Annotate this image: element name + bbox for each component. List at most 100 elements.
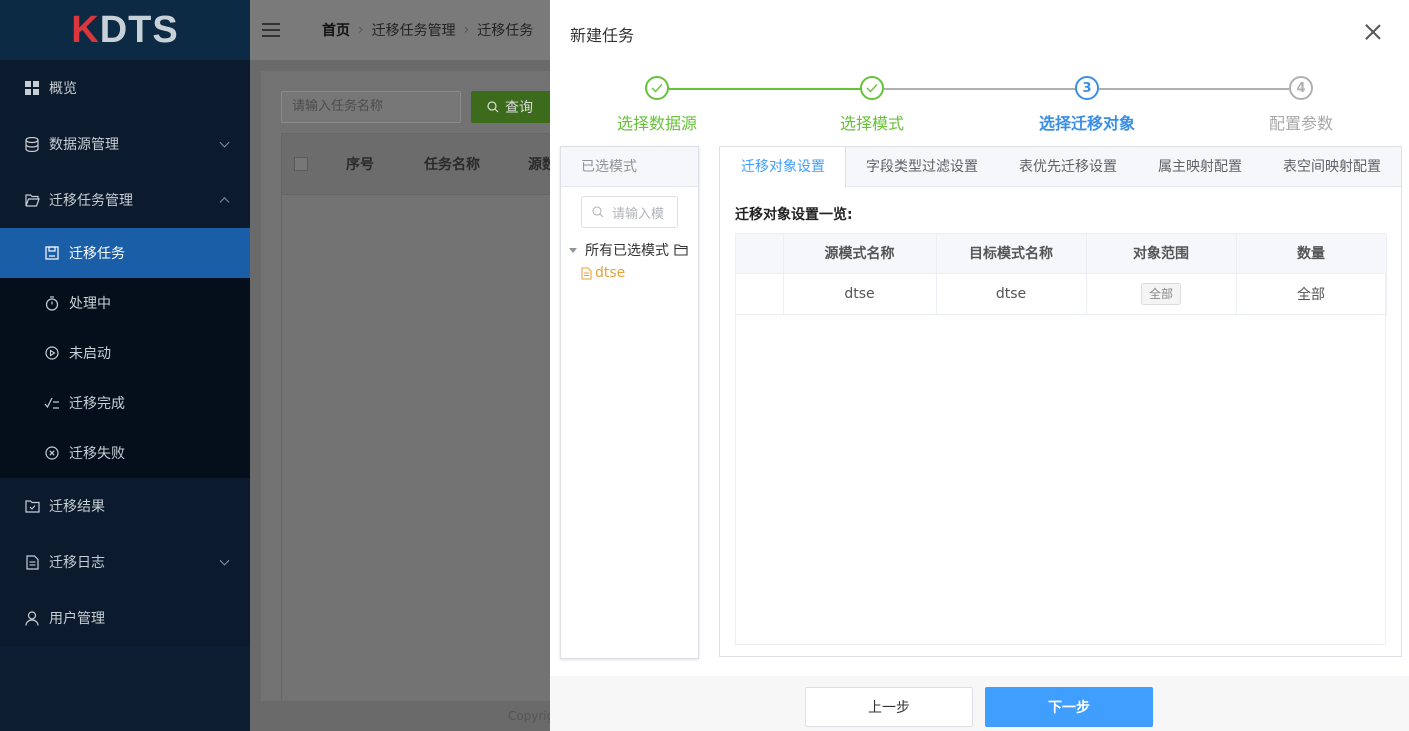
step-2-label: 选择模式 — [839, 114, 905, 133]
sidebar-bottom — [0, 646, 250, 731]
sidebar-item-user-management[interactable]: 用户管理 — [0, 590, 250, 646]
play-circle-icon — [44, 345, 60, 361]
caret-down-icon[interactable] — [569, 247, 577, 253]
chevron-down-icon — [219, 555, 230, 566]
check-list-icon — [44, 395, 60, 411]
tree-root[interactable]: 所有已选模式 — [569, 240, 688, 260]
sidebar-item-label: 用户管理 — [49, 611, 105, 627]
sidebar-subitem-failed[interactable]: 迁移失败 — [0, 428, 250, 478]
user-icon — [24, 610, 40, 626]
drawer-title: 新建任务 — [570, 26, 635, 45]
tab-table-priority[interactable]: 表优先迁移设置 — [999, 147, 1138, 187]
column-header: 目标模式名称 — [936, 234, 1087, 274]
sidebar-subitem-not-started[interactable]: 未启动 — [0, 328, 250, 378]
logo-prefix: K — [71, 8, 100, 51]
search-icon — [592, 206, 604, 218]
sidebar-item-label: 概览 — [49, 81, 77, 97]
step-3-number: 3 — [1075, 76, 1099, 100]
sidebar-item-label: 迁移任务管理 — [49, 193, 133, 209]
chevron-down-icon — [219, 137, 230, 148]
step-4-label: 配置参数 — [1268, 114, 1334, 133]
panel-header: 已选模式 — [561, 147, 698, 187]
sidebar-subitem-label: 迁移任务 — [69, 246, 125, 262]
sidebar-subitem-migration-task[interactable]: 迁移任务 — [0, 228, 250, 278]
chevron-up-icon — [219, 197, 230, 208]
step-1-label: 选择数据源 — [616, 114, 698, 133]
steps: 3 4 选择数据源 选择模式 选择迁移对象 配置参数 — [550, 76, 1409, 136]
object-settings-table: 源模式名称 目标模式名称 对象范围 数量 dtse dtse 全部 全部 — [735, 233, 1387, 645]
tree-node-label: dtse — [595, 265, 626, 281]
search-icon — [487, 101, 499, 113]
copyright-text: Copyrig — [508, 709, 555, 723]
breadcrumb-separator-icon: › — [463, 22, 470, 38]
sidebar-item-label: 迁移结果 — [49, 499, 105, 515]
breadcrumb-home[interactable]: 首页 — [322, 20, 350, 40]
breadcrumb-item[interactable]: 迁移任务管理 — [372, 20, 456, 40]
sidebar-subitem-label: 迁移失败 — [69, 446, 125, 462]
sidebar-item-label: 迁移日志 — [49, 555, 105, 571]
tree-node-schema[interactable]: dtse — [581, 265, 625, 281]
step-connector — [1099, 88, 1289, 90]
query-button[interactable]: 查询 — [471, 91, 561, 123]
tree-root-label: 所有已选模式 — [585, 243, 669, 259]
schema-search-input[interactable]: 请输入模 — [581, 196, 678, 228]
logo-text: DTS — [99, 8, 179, 51]
step-connector — [669, 88, 871, 90]
column-header: 数量 — [1236, 234, 1387, 274]
tab-field-type-filter[interactable]: 字段类型过滤设置 — [846, 147, 999, 187]
sidebar: KDTS 概览 数据源管理 迁移任务管理 迁移任务 处理中 未启动 迁移完成 迁… — [0, 0, 250, 731]
close-circle-icon — [44, 445, 60, 461]
save-icon — [44, 245, 60, 261]
task-table-body — [281, 195, 581, 700]
sidebar-item-migration-results[interactable]: 迁移结果 — [0, 478, 250, 534]
step-2-check-icon — [860, 76, 884, 100]
sidebar-item-migration-tasks[interactable]: 迁移任务管理 — [0, 172, 250, 228]
timer-icon — [44, 295, 60, 311]
scope-tag[interactable]: 全部 — [1140, 282, 1181, 305]
expand-cell[interactable] — [736, 273, 784, 315]
count-cell: 全部 — [1236, 273, 1387, 315]
column-header: 源模式名称 — [783, 234, 937, 274]
breadcrumb-item: 迁移任务 — [477, 23, 534, 39]
target-schema-cell: dtse — [936, 273, 1087, 315]
source-schema-cell: dtse — [783, 273, 937, 315]
menu-toggle-icon[interactable] — [262, 23, 280, 37]
column-header: 序号 — [346, 157, 374, 173]
search-placeholder: 请输入模 — [612, 206, 665, 222]
step-1-check-icon — [645, 76, 669, 100]
sidebar-item-overview[interactable]: 概览 — [0, 60, 250, 116]
tab-object-settings[interactable]: 迁移对象设置 — [720, 147, 846, 188]
sidebar-item-migration-logs[interactable]: 迁移日志 — [0, 534, 250, 590]
sidebar-item-datasource[interactable]: 数据源管理 — [0, 116, 250, 172]
new-task-drawer: 新建任务 3 4 选择数据源 选择模式 选择迁移对象 配置参数 已选模式 请输入… — [550, 0, 1409, 731]
column-header: 对象范围 — [1086, 234, 1237, 274]
select-all-checkbox[interactable] — [294, 157, 308, 171]
step-connector — [884, 88, 1086, 90]
settings-tabs: 迁移对象设置 字段类型过滤设置 表优先迁移设置 属主映射配置 表空间映射配置 — [720, 147, 1402, 188]
sidebar-subitem-label: 处理中 — [69, 296, 111, 312]
scope-cell: 全部 — [1086, 273, 1237, 315]
task-search-input[interactable]: 请输入任务名称 — [281, 91, 461, 123]
step-4-number: 4 — [1289, 76, 1313, 100]
sidebar-subitem-processing[interactable]: 处理中 — [0, 278, 250, 328]
column-header — [736, 234, 784, 274]
drawer-footer: 上一步 下一步 — [550, 676, 1409, 731]
grid-icon — [24, 80, 40, 96]
tab-tablespace-mapping[interactable]: 表空间映射配置 — [1263, 147, 1402, 187]
close-icon[interactable] — [1365, 24, 1381, 40]
next-step-button[interactable]: 下一步 — [985, 687, 1153, 727]
prev-step-button[interactable]: 上一步 — [805, 687, 973, 727]
document-icon — [581, 266, 592, 280]
folder-icon — [674, 244, 688, 256]
step-3-label: 选择迁移对象 — [1038, 114, 1136, 133]
task-table-header: 序号 任务名称 源数 — [281, 133, 581, 195]
query-button-label: 查询 — [505, 100, 533, 116]
database-icon — [24, 136, 40, 152]
column-header: 任务名称 — [424, 157, 480, 173]
breadcrumb-separator-icon: › — [358, 22, 364, 38]
table-row[interactable]: dtse dtse 全部 全部 — [736, 273, 1387, 315]
tab-owner-mapping[interactable]: 属主映射配置 — [1138, 147, 1263, 187]
folder-open-icon — [24, 192, 40, 208]
sidebar-subitem-completed[interactable]: 迁移完成 — [0, 378, 250, 428]
sidebar-subitem-label: 迁移完成 — [69, 396, 125, 412]
